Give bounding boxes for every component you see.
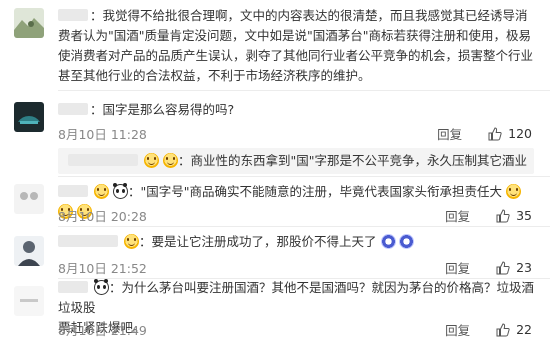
- comment-time: 8月10日 11:28: [58, 127, 147, 142]
- username-blurred[interactable]: [58, 9, 88, 21]
- smile-emoji-icon: [93, 184, 109, 199]
- comment-actions: 回复 23: [445, 258, 532, 277]
- thumbs-up-icon[interactable]: [496, 260, 510, 275]
- smile-emoji-icon: [123, 234, 139, 249]
- like-count: 23: [516, 260, 532, 275]
- reply-button[interactable]: 回复: [437, 124, 462, 143]
- avatar[interactable]: [14, 8, 44, 38]
- panda-emoji-icon: [93, 279, 109, 295]
- comment-text: ：要是让它注册成功了，那股价不得上天了: [58, 232, 534, 252]
- username-blurred[interactable]: [68, 154, 138, 166]
- thumbs-up-icon[interactable]: [488, 126, 502, 141]
- avatar[interactable]: [14, 236, 44, 266]
- reply-button[interactable]: 回复: [445, 206, 470, 225]
- username-blurred[interactable]: [58, 185, 88, 197]
- smile-emoji-icon: [162, 153, 178, 168]
- smile-emoji-icon: [143, 153, 159, 168]
- divider: [58, 176, 550, 177]
- username-blurred[interactable]: [58, 281, 88, 293]
- panda-emoji-icon: [112, 183, 128, 199]
- like-count: 35: [516, 208, 532, 223]
- reply-button[interactable]: 回复: [445, 258, 470, 277]
- shocked-emoji-icon: [380, 234, 396, 249]
- avatar[interactable]: [14, 184, 44, 214]
- username-blurred[interactable]: [58, 103, 88, 115]
- comment-text: ：国字是那么容易得的吗?: [58, 100, 534, 120]
- comment-time: 8月10日 21:52: [58, 261, 147, 276]
- divider: [58, 226, 550, 227]
- comment-text: ：我觉得不给批很合理啊，文中的内容表达的很清楚，而且我感觉其已经诱导消费者认为"…: [58, 8, 534, 83]
- avatar[interactable]: [14, 286, 44, 316]
- avatar[interactable]: [14, 102, 44, 132]
- comment-time: 8月10日 20:28: [58, 209, 147, 224]
- reply-button[interactable]: 回复: [445, 320, 470, 339]
- like-count: 120: [508, 126, 532, 141]
- shocked-emoji-icon: [399, 234, 415, 249]
- comment-time: 8月10日 21:49: [58, 323, 147, 338]
- thumbs-up-icon[interactable]: [496, 322, 510, 337]
- smile-emoji-icon: [505, 184, 521, 199]
- quote-text: 商业性的东西拿到"国"字那是不公平竞争，永久压制其它酒业: [190, 153, 527, 168]
- comment-actions: 回复 22: [445, 320, 532, 339]
- divider: [58, 90, 550, 91]
- like-count: 22: [516, 322, 532, 337]
- quoted-reply[interactable]: ：商业性的东西拿到"国"字那是不公平竞争，永久压制其它酒业: [58, 148, 534, 174]
- comment-actions: 回复 35: [445, 206, 532, 225]
- username-blurred[interactable]: [58, 235, 118, 247]
- thumbs-up-icon[interactable]: [496, 208, 510, 223]
- comment-actions: 回复 120: [437, 124, 532, 143]
